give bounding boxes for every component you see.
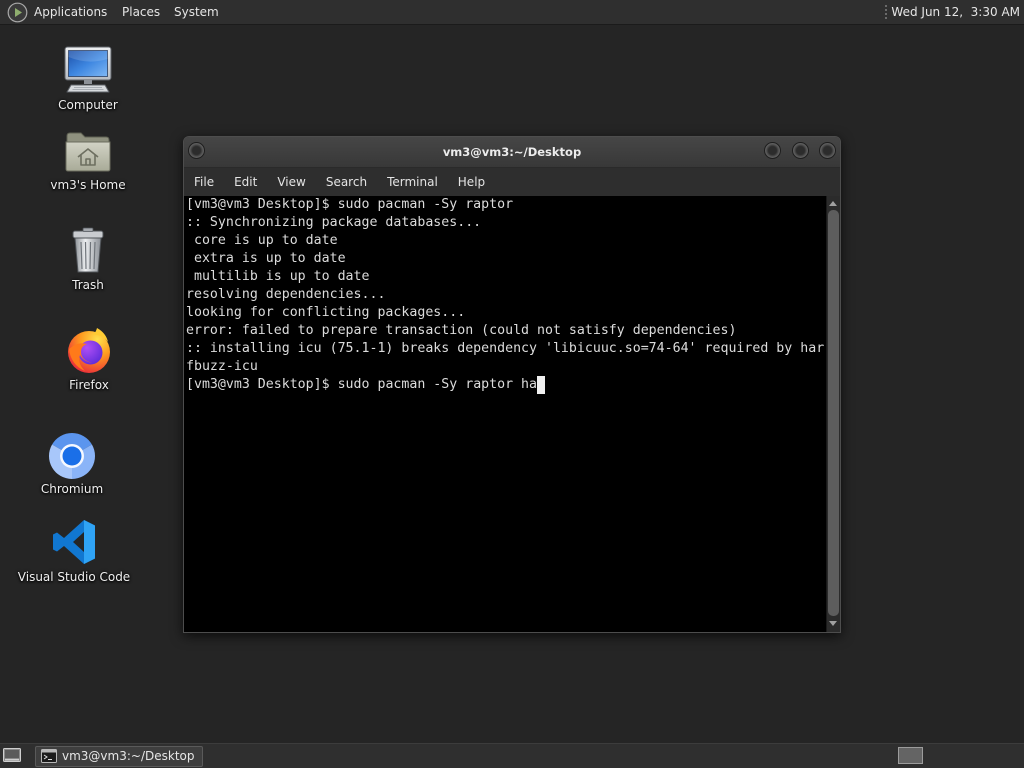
chromium-icon bbox=[48, 432, 96, 479]
scroll-up-arrow-icon[interactable] bbox=[829, 201, 837, 206]
main-menu-logo-icon[interactable] bbox=[7, 2, 28, 23]
terminal-line: fbuzz-icu bbox=[186, 359, 258, 374]
menu-file[interactable]: File bbox=[184, 168, 224, 196]
desktop-icon-label: Visual Studio Code bbox=[17, 570, 131, 584]
scrollbar-thumb[interactable] bbox=[828, 210, 839, 616]
minimize-button[interactable] bbox=[764, 142, 781, 159]
terminal-line: [vm3@vm3 Desktop]$ sudo pacman -Sy rapto… bbox=[186, 197, 514, 212]
terminal-icon bbox=[41, 749, 57, 763]
maximize-button[interactable] bbox=[792, 142, 809, 159]
applications-menu[interactable]: Applications bbox=[31, 0, 110, 24]
desktop-icon-label: Trash bbox=[72, 278, 104, 292]
desktop-icon-chromium[interactable]: Chromium bbox=[12, 428, 132, 504]
text-cursor bbox=[537, 376, 546, 394]
desktop-icon-label: Chromium bbox=[40, 482, 104, 496]
terminal-line: core is up to date bbox=[186, 233, 338, 248]
menu-help[interactable]: Help bbox=[448, 168, 495, 196]
workspace-switcher[interactable] bbox=[898, 747, 923, 764]
terminal-line: :: Synchronizing package databases... bbox=[186, 215, 482, 230]
desktop-icon-label: vm3's Home bbox=[50, 178, 126, 192]
desktop-icon-label: Computer bbox=[58, 98, 118, 112]
trash-icon bbox=[72, 227, 104, 273]
desktop-icon-computer[interactable]: Computer bbox=[28, 42, 148, 118]
desktop-icon-firefox[interactable]: Firefox bbox=[29, 322, 149, 398]
scroll-down-arrow-icon[interactable] bbox=[829, 621, 837, 626]
terminal-window: vm3@vm3:~/Desktop File Edit View Search … bbox=[183, 136, 841, 633]
terminal-line: multilib is up to date bbox=[186, 269, 370, 284]
desktop-icon-trash[interactable]: Trash bbox=[28, 224, 148, 300]
desktop-icon-home[interactable]: vm3's Home bbox=[28, 126, 148, 202]
top-panel: Applications Places System Wed Jun 12, 3… bbox=[0, 0, 1024, 25]
command-input[interactable]: sudo pacman -Sy raptor ha bbox=[338, 377, 537, 392]
bottom-panel: vm3@vm3:~/Desktop bbox=[0, 743, 1024, 768]
places-menu[interactable]: Places bbox=[119, 0, 163, 24]
terminal-output: [vm3@vm3 Desktop]$ sudo pacman -Sy rapto… bbox=[186, 196, 824, 394]
menu-view[interactable]: View bbox=[267, 168, 315, 196]
system-menu[interactable]: System bbox=[171, 0, 222, 24]
taskbar-window-label: vm3@vm3:~/Desktop bbox=[62, 749, 195, 763]
close-button[interactable] bbox=[819, 142, 836, 159]
desktop-icon-label: Firefox bbox=[69, 378, 109, 392]
panel-drag-handle[interactable] bbox=[884, 4, 888, 21]
menu-terminal[interactable]: Terminal bbox=[377, 168, 448, 196]
clock[interactable]: Wed Jun 12, 3:30 AM bbox=[890, 0, 1021, 24]
window-menu-button[interactable] bbox=[188, 142, 205, 159]
window-title: vm3@vm3:~/Desktop bbox=[442, 145, 582, 159]
vscode-icon bbox=[53, 520, 95, 564]
terminal-line: extra is up to date bbox=[186, 251, 346, 266]
terminal-line: error: failed to prepare transaction (co… bbox=[186, 323, 737, 338]
terminal-scrollbar[interactable] bbox=[826, 196, 840, 632]
terminal-line: resolving dependencies... bbox=[186, 287, 386, 302]
menu-search[interactable]: Search bbox=[316, 168, 377, 196]
terminal-menubar: File Edit View Search Terminal Help bbox=[184, 168, 840, 196]
home-folder-icon bbox=[65, 132, 111, 172]
shell-prompt: [vm3@vm3 Desktop]$ bbox=[186, 377, 338, 392]
firefox-icon bbox=[68, 328, 110, 373]
terminal-line: :: installing icu (75.1-1) breaks depend… bbox=[186, 341, 825, 356]
menu-edit[interactable]: Edit bbox=[224, 168, 267, 196]
terminal-line: looking for conflicting packages... bbox=[186, 305, 466, 320]
window-titlebar[interactable]: vm3@vm3:~/Desktop bbox=[184, 137, 840, 168]
terminal-command-line[interactable]: [vm3@vm3 Desktop]$ sudo pacman -Sy rapto… bbox=[186, 376, 824, 394]
show-desktop-icon[interactable] bbox=[2, 746, 22, 764]
computer-icon bbox=[64, 46, 112, 93]
desktop-icon-vscode[interactable]: Visual Studio Code bbox=[14, 516, 134, 592]
terminal-screen[interactable]: [vm3@vm3 Desktop]$ sudo pacman -Sy rapto… bbox=[184, 196, 826, 632]
taskbar-window-button[interactable]: vm3@vm3:~/Desktop bbox=[35, 746, 203, 767]
